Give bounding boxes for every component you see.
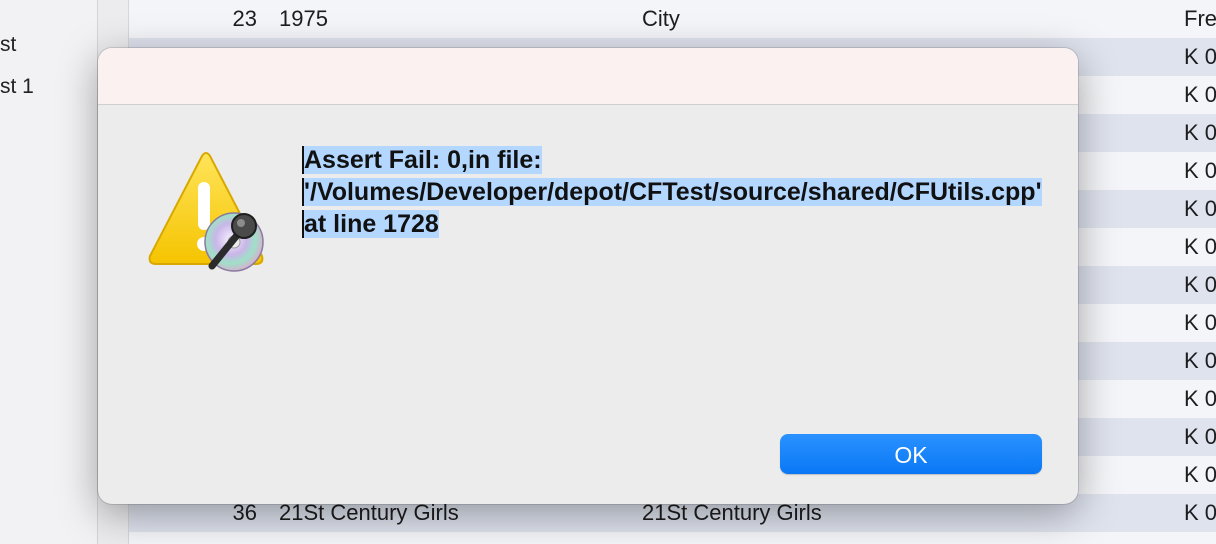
track-extra: K 0: [1184, 462, 1216, 487]
track-extra: K 0: [1184, 120, 1216, 145]
track-extra: K 0: [1184, 500, 1216, 525]
table-row[interactable]: [129, 532, 1216, 544]
track-extra: K 0: [1184, 348, 1216, 373]
microphone-disc-icon: [204, 212, 264, 272]
alert-message[interactable]: Assert Fail: 0,in file: '/Volumes/Develo…: [302, 144, 1052, 240]
track-extra: K 0: [1184, 196, 1216, 221]
ok-button[interactable]: OK: [780, 434, 1042, 474]
alert-dialog: Assert Fail: 0,in file: '/Volumes/Develo…: [98, 48, 1078, 504]
table-row[interactable]: 23 1975 City Fre: [129, 0, 1216, 38]
track-extra: K 0: [1184, 424, 1216, 449]
sidebar-item[interactable]: st 1: [0, 75, 34, 99]
alert-message-text[interactable]: Assert Fail: 0,in file: '/Volumes/Develo…: [302, 146, 1042, 238]
dialog-titlebar: [98, 48, 1078, 105]
warning-icon: [142, 148, 272, 278]
track-extra: K 0: [1184, 310, 1216, 335]
track-artist: City: [642, 6, 680, 31]
sidebar: st st 1: [0, 0, 98, 544]
sidebar-item[interactable]: st: [0, 33, 34, 57]
track-title: 1975: [279, 6, 328, 31]
track-extra: K 0: [1184, 82, 1216, 107]
track-number: 23: [232, 6, 257, 31]
track-extra: Fre: [1184, 6, 1216, 31]
track-extra: K 0: [1184, 386, 1216, 411]
track-extra: K 0: [1184, 234, 1216, 259]
track-extra: K 0: [1184, 44, 1216, 69]
track-extra: K 0: [1184, 272, 1216, 297]
track-extra: K 0: [1184, 158, 1216, 183]
